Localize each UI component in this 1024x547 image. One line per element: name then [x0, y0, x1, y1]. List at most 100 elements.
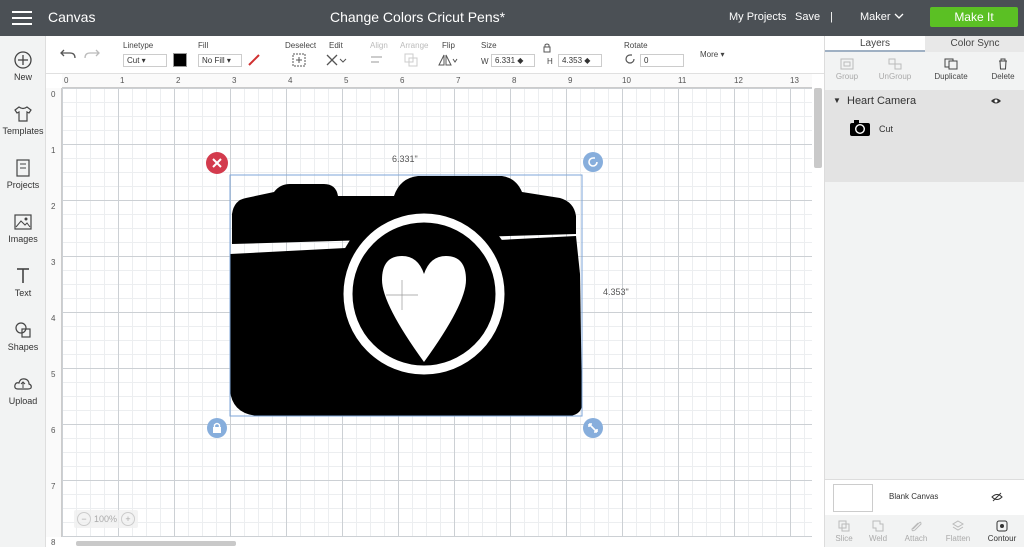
sidebar-item-upload[interactable]: Upload — [0, 374, 46, 406]
plus-circle-icon — [14, 51, 32, 69]
ungroup-label: UnGroup — [878, 72, 912, 81]
sidebar-item-label: Upload — [8, 396, 38, 406]
blank-canvas-swatch[interactable] — [833, 484, 873, 512]
linetype-select[interactable]: Cut ▾ — [123, 54, 167, 67]
right-panel: Layers Color Sync Group UnGroup Duplicat… — [824, 36, 1024, 547]
rotate-input[interactable]: 0 — [640, 54, 684, 67]
rotate-icon — [625, 54, 635, 64]
my-projects-link[interactable]: My Projects — [729, 11, 786, 23]
attach-icon — [911, 521, 922, 532]
linetype-label: Linetype — [123, 41, 154, 50]
make-it-button[interactable]: Make It — [930, 7, 1018, 27]
align-icon[interactable] — [370, 54, 390, 66]
height-input[interactable]: 4.353 ◆ — [558, 54, 602, 67]
sidebar-item-label: Shapes — [7, 342, 39, 352]
upload-icon — [14, 378, 32, 390]
arrange-icon[interactable] — [404, 53, 424, 67]
projects-icon — [16, 159, 30, 177]
lock-handle-icon[interactable] — [207, 418, 227, 438]
no-fill-icon[interactable] — [247, 53, 261, 67]
zoom-in-button[interactable]: + — [121, 512, 135, 526]
sidebar-item-label: New — [13, 72, 32, 82]
shapes-icon — [15, 322, 31, 338]
hamburger-menu-icon[interactable] — [12, 11, 32, 25]
width-dimension-label: 6.331" — [392, 154, 418, 164]
blank-canvas-row[interactable]: Blank Canvas — [825, 479, 1024, 515]
app-title: Canvas — [48, 9, 96, 25]
width-label: W — [481, 57, 489, 66]
contour-button[interactable]: Contour — [985, 520, 1019, 543]
layer-group-name: Heart Camera — [847, 95, 917, 107]
width-input[interactable]: 6.331 ◆ — [491, 54, 535, 67]
blank-canvas-label: Blank Canvas — [889, 492, 939, 501]
edit-label: Edit — [329, 41, 343, 50]
rotate-value: 0 — [644, 56, 649, 65]
zoom-control: − 100% + — [74, 510, 138, 528]
resize-handle-icon[interactable] — [583, 418, 603, 438]
eye-icon[interactable] — [990, 97, 1002, 105]
tab-layers[interactable]: Layers — [825, 36, 925, 52]
rotate-label: Rotate — [624, 41, 648, 50]
sidebar-item-shapes[interactable]: Shapes — [0, 320, 46, 352]
chevron-down-icon[interactable] — [894, 13, 904, 20]
height-label: H — [547, 57, 553, 66]
deselect-icon[interactable] — [292, 53, 306, 67]
flip-label: Flip — [442, 41, 455, 50]
machine-select[interactable]: Maker — [860, 11, 891, 23]
slice-button[interactable]: Slice — [827, 520, 861, 543]
undo-icon[interactable] — [60, 48, 76, 60]
camera-image[interactable] — [230, 176, 582, 416]
text-icon — [17, 268, 29, 283]
duplicate-button[interactable]: Duplicate — [931, 58, 971, 81]
design-canvas[interactable]: 0 1 2 3 4 5 6 7 8 9 10 11 12 13 0 1 2 3 … — [46, 74, 824, 547]
left-sidebar: New Templates Projects Images Text Shape… — [0, 36, 46, 547]
weld-icon — [872, 520, 884, 532]
delete-handle-icon[interactable] — [206, 152, 228, 174]
collapse-arrow-icon[interactable]: ▼ — [833, 96, 841, 105]
sidebar-item-images[interactable]: Images — [0, 212, 46, 244]
layer-group-heart-camera[interactable]: ▼ Heart Camera Cut — [825, 90, 1024, 182]
group-label: Group — [835, 72, 859, 81]
zoom-out-button[interactable]: − — [77, 512, 91, 526]
horizontal-scrollbar[interactable] — [76, 541, 236, 546]
sidebar-item-templates[interactable]: Templates — [0, 104, 46, 136]
rotate-handle-icon[interactable] — [583, 152, 603, 172]
sidebar-item-label: Text — [14, 288, 32, 298]
separator: | — [830, 11, 833, 23]
lock-icon[interactable] — [543, 43, 551, 53]
sidebar-item-label: Templates — [2, 126, 44, 136]
sidebar-item-projects[interactable]: Projects — [0, 158, 46, 190]
sidebar-item-label: Images — [8, 234, 38, 244]
flip-icon[interactable] — [437, 53, 459, 67]
linetype-color-swatch[interactable] — [173, 53, 187, 67]
size-label: Size — [481, 41, 497, 50]
ungroup-button[interactable]: UnGroup — [877, 58, 913, 81]
sidebar-item-new[interactable]: New — [0, 50, 46, 82]
hidden-eye-icon[interactable] — [991, 492, 1003, 502]
edit-tools-icon[interactable] — [325, 53, 347, 67]
tab-color-sync[interactable]: Color Sync — [925, 36, 1024, 52]
group-icon — [840, 58, 854, 70]
sidebar-item-text[interactable]: Text — [0, 266, 46, 298]
attach-label: Attach — [904, 534, 928, 543]
vertical-scrollbar[interactable] — [814, 88, 822, 168]
attach-button[interactable]: Attach — [899, 520, 933, 543]
align-label: Align — [370, 41, 388, 50]
slice-label: Slice — [835, 534, 853, 543]
fill-value: No Fill — [202, 56, 225, 65]
flatten-icon — [952, 520, 964, 531]
delete-label: Delete — [991, 72, 1015, 81]
redo-icon[interactable] — [84, 48, 100, 60]
width-value: 6.331 — [495, 56, 516, 65]
delete-button[interactable]: Delete — [985, 58, 1021, 81]
project-title[interactable]: Change Colors Cricut Pens* — [330, 9, 505, 25]
more-menu[interactable]: More ▾ — [700, 50, 724, 59]
group-button[interactable]: Group — [829, 58, 865, 81]
fill-label: Fill — [198, 41, 209, 50]
fill-select[interactable]: No Fill ▾ — [198, 54, 242, 67]
deselect-label: Deselect — [285, 41, 317, 50]
layer-thumbnail — [850, 120, 870, 136]
weld-button[interactable]: Weld — [861, 520, 895, 543]
save-button[interactable]: Save — [795, 11, 820, 23]
flatten-button[interactable]: Flatten — [941, 520, 975, 543]
